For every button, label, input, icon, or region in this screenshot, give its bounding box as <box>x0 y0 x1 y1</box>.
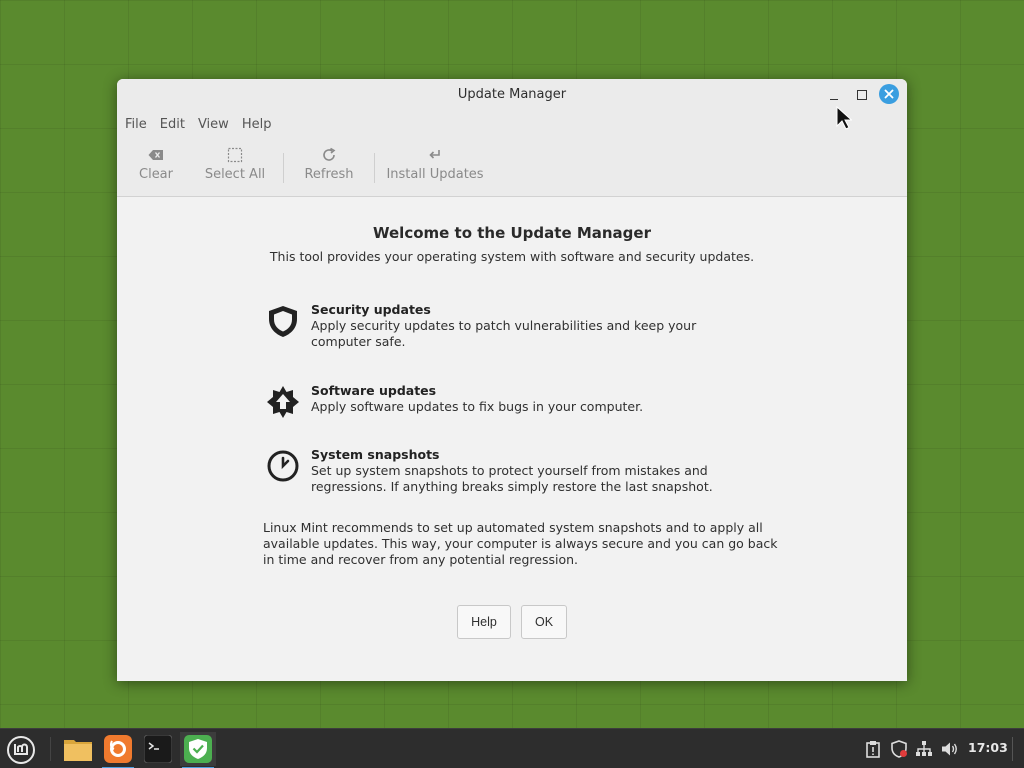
ok-button[interactable]: OK <box>521 605 567 639</box>
select-all-button[interactable]: Select All <box>187 139 283 182</box>
toolbar: Clear Select All Refresh Install Updates <box>117 139 907 197</box>
network-tray[interactable] <box>914 739 934 759</box>
clipboard-icon <box>866 741 880 758</box>
refresh-button[interactable]: Refresh <box>284 139 374 182</box>
network-icon <box>916 741 932 756</box>
terminal-icon <box>144 735 172 763</box>
welcome-title: Welcome to the Update Manager <box>373 224 651 242</box>
update-manager-window: Update Manager File Edit View Help Clear… <box>117 79 907 681</box>
feature-title: Security updates <box>311 302 431 317</box>
install-icon <box>426 147 444 163</box>
welcome-subtitle: This tool provides your operating system… <box>269 249 755 264</box>
taskbar: 17:03 <box>0 728 1024 768</box>
clear-label: Clear <box>139 167 173 182</box>
update-manager-launcher[interactable] <box>180 732 216 768</box>
clear-icon <box>147 147 165 163</box>
firefox-icon <box>104 735 132 763</box>
volume-icon <box>942 742 957 756</box>
select-all-label: Select All <box>204 167 266 182</box>
maximize-button[interactable] <box>852 85 872 105</box>
menu-edit[interactable]: Edit <box>154 111 191 139</box>
close-button[interactable] <box>879 84 899 104</box>
menu-bar: File Edit View Help <box>117 111 907 139</box>
welcome-panel: Welcome to the Update Manager This tool … <box>117 197 907 681</box>
refresh-label: Refresh <box>304 167 354 182</box>
clock[interactable]: 17:03 <box>968 740 1008 755</box>
mint-logo-icon <box>7 736 35 764</box>
mint-menu-button[interactable] <box>5 734 37 766</box>
menu-view[interactable]: View <box>192 111 235 139</box>
upgrade-star-icon <box>264 383 302 421</box>
feature-description: Apply security updates to patch vulnerab… <box>311 318 697 349</box>
title-bar[interactable]: Update Manager <box>117 79 907 111</box>
close-icon <box>884 89 894 99</box>
mouse-cursor-icon <box>836 106 852 130</box>
shield-alert-icon <box>891 740 907 758</box>
update-status-tray[interactable] <box>889 739 909 759</box>
feature-description: Set up system snapshots to protect yours… <box>311 463 713 494</box>
feature-description: Apply software updates to fix bugs in yo… <box>311 399 644 414</box>
feature-title: System snapshots <box>311 447 440 462</box>
volume-tray[interactable] <box>940 739 960 759</box>
window-title: Update Manager <box>457 87 567 102</box>
select-all-icon <box>226 147 244 163</box>
file-manager-launcher[interactable] <box>60 732 96 766</box>
clear-button[interactable]: Clear <box>125 139 187 182</box>
terminal-launcher[interactable] <box>140 732 176 766</box>
install-updates-button[interactable]: Install Updates <box>375 139 495 182</box>
show-desktop-button[interactable] <box>1012 737 1013 761</box>
shield-icon <box>264 302 302 340</box>
file-manager-icon <box>64 740 92 761</box>
menu-help[interactable]: Help <box>236 111 278 139</box>
menu-file[interactable]: File <box>119 111 153 139</box>
clipboard-tray[interactable] <box>863 739 883 759</box>
feature-title: Software updates <box>311 383 437 398</box>
recommendation-text: Linux Mint recommends to set up automate… <box>263 520 778 567</box>
minimize-button[interactable] <box>824 85 844 105</box>
firefox-launcher[interactable] <box>100 732 136 768</box>
update-manager-icon <box>184 735 212 763</box>
refresh-icon <box>320 147 338 163</box>
clock-icon <box>264 447 302 485</box>
taskbar-separator <box>50 737 51 761</box>
help-button[interactable]: Help <box>457 605 511 639</box>
install-updates-label: Install Updates <box>386 167 484 182</box>
